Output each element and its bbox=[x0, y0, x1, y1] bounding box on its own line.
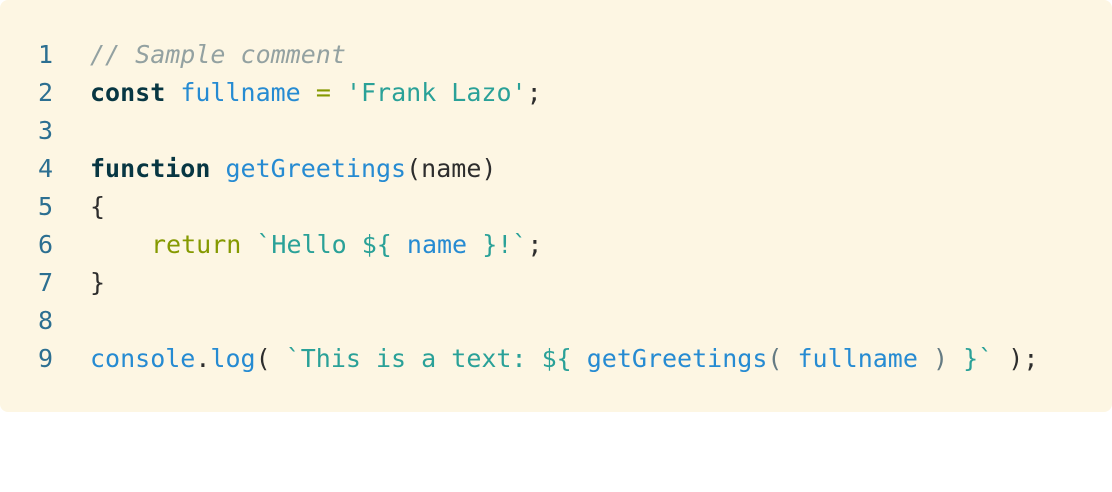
keyword-token: function bbox=[90, 154, 211, 183]
keyword-token: return bbox=[151, 230, 242, 259]
line-number: 8 bbox=[38, 306, 54, 335]
string-token: `Hello ${ bbox=[256, 230, 392, 259]
line-content: { bbox=[90, 188, 105, 226]
punctuation-token: ( bbox=[406, 154, 422, 183]
line-number: 9 bbox=[38, 344, 54, 373]
punctuation-token: ; bbox=[526, 78, 542, 107]
line-content: console.log( `This is a text: ${ getGree… bbox=[90, 340, 1038, 378]
line-number: 4 bbox=[38, 154, 54, 183]
string-token: }` bbox=[963, 344, 994, 373]
brace-token: } bbox=[90, 268, 106, 297]
operator-token: = bbox=[315, 78, 331, 107]
punctuation-token: ); bbox=[1008, 344, 1039, 373]
line-content: function getGreetings(name) bbox=[90, 150, 496, 188]
keyword-token: const bbox=[90, 78, 166, 107]
line-number: 5 bbox=[38, 192, 54, 221]
line-number: 7 bbox=[38, 268, 54, 297]
method-token: log bbox=[210, 344, 256, 373]
function-name-token: getGreetings bbox=[586, 344, 768, 373]
object-token: console bbox=[90, 344, 196, 373]
string-token: }!` bbox=[482, 230, 528, 259]
code-line: 6 return `Hello ${ name }!`; bbox=[0, 226, 1112, 264]
punctuation-token: ) bbox=[481, 154, 497, 183]
code-line: 7 } bbox=[0, 264, 1112, 302]
identifier-token: fullname bbox=[180, 78, 301, 107]
line-content: return `Hello ${ name }!`; bbox=[90, 226, 542, 264]
punctuation-token: ; bbox=[527, 230, 543, 259]
punctuation-token: ) bbox=[932, 344, 949, 373]
brace-token: { bbox=[90, 192, 106, 221]
parameter-token: name bbox=[421, 154, 482, 183]
punctuation-token: ( bbox=[767, 344, 783, 373]
code-line: 8 bbox=[0, 302, 1112, 340]
line-content: const fullname = 'Frank Lazo'; bbox=[90, 74, 542, 112]
code-line: 2 const fullname = 'Frank Lazo'; bbox=[0, 74, 1112, 112]
identifier-token: fullname bbox=[797, 344, 918, 373]
code-line: 9 console.log( `This is a text: ${ getGr… bbox=[0, 340, 1112, 378]
function-name-token: getGreetings bbox=[225, 154, 407, 183]
code-line: 5 { bbox=[0, 188, 1112, 226]
line-number: 3 bbox=[38, 116, 54, 145]
string-token: `This is a text: ${ bbox=[285, 344, 572, 373]
line-content: } bbox=[90, 264, 105, 302]
comment-token: // Sample comment bbox=[90, 40, 346, 69]
code-line: 3 bbox=[0, 112, 1112, 150]
code-line: 1 // Sample comment bbox=[0, 36, 1112, 74]
punctuation-token: . bbox=[195, 344, 211, 373]
line-number: 6 bbox=[38, 230, 54, 259]
punctuation-token: ( bbox=[255, 344, 271, 373]
code-line: 4 function getGreetings(name) bbox=[0, 150, 1112, 188]
line-content: // Sample comment bbox=[90, 36, 346, 74]
line-number: 2 bbox=[38, 78, 54, 107]
string-token: 'Frank Lazo' bbox=[345, 78, 527, 107]
identifier-token: name bbox=[406, 230, 468, 259]
code-editor[interactable]: 1 // Sample comment 2 const fullname = '… bbox=[0, 0, 1112, 412]
line-number: 1 bbox=[38, 40, 54, 69]
